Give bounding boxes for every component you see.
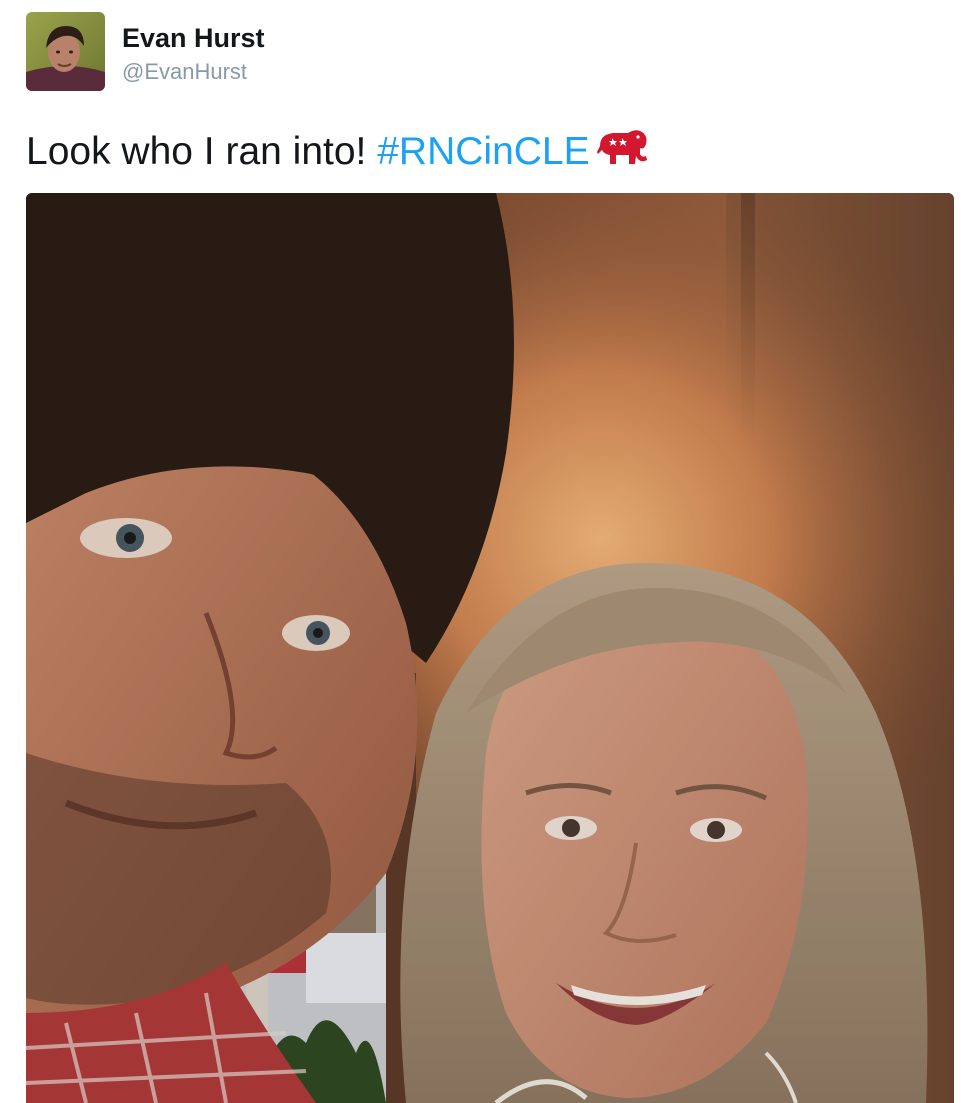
tweet-card: Evan Hurst @EvanHurst Look who I ran int… [0,0,980,1103]
red-elephant-icon [594,124,650,168]
tweet-text-body: Look who I ran into! [26,130,378,173]
user-avatar[interactable] [26,12,105,91]
hashtag-link[interactable]: #RNCinCLE [377,130,589,173]
user-handle[interactable]: @EvanHurst [122,59,247,85]
avatar-photo [26,12,105,91]
user-display-name[interactable]: Evan Hurst [122,22,265,54]
selfie-photo[interactable] [26,193,954,1103]
tweet-text: Look who I ran into! #RNCinCLE [26,124,650,176]
